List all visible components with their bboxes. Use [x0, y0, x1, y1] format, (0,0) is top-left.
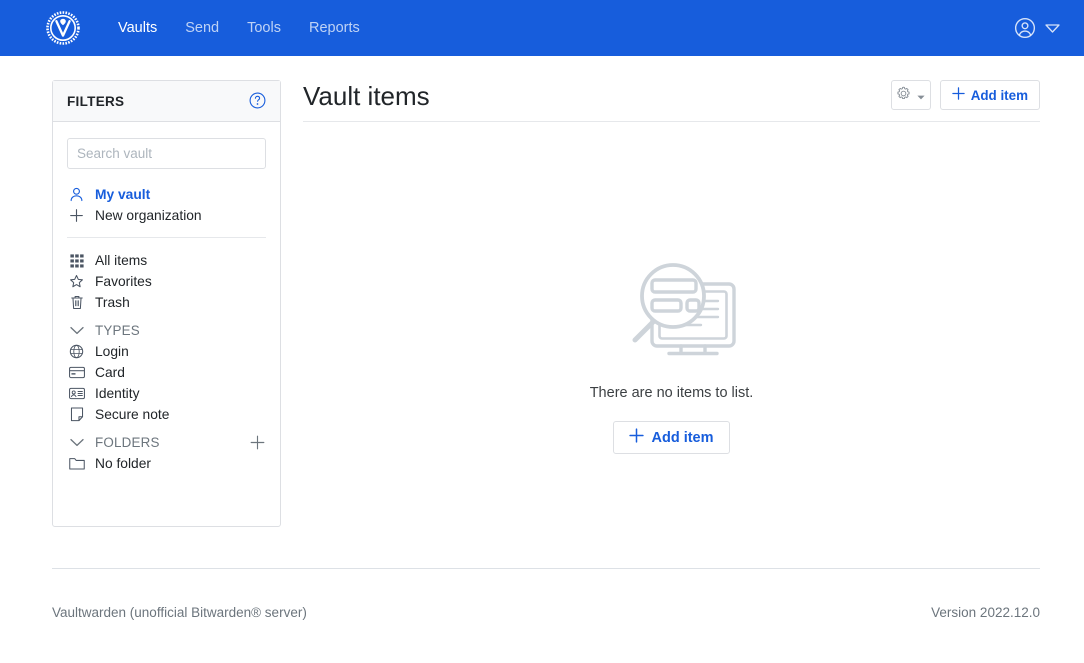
sidebar-item-login[interactable]: Login	[67, 341, 266, 362]
id-card-icon	[68, 387, 85, 400]
nav-link-tools[interactable]: Tools	[233, 14, 295, 42]
folders-section-toggle[interactable]: FOLDERS	[67, 432, 266, 453]
sidebar-item-no-folder[interactable]: No folder	[67, 453, 266, 474]
sidebar-item-label: Trash	[95, 296, 130, 310]
chevron-down-icon	[68, 438, 85, 447]
nav-link-vaults[interactable]: Vaults	[104, 14, 171, 42]
filters-header: FILTERS	[53, 81, 280, 122]
sidebar-item-label: No folder	[95, 457, 151, 471]
chevron-down-icon	[1045, 24, 1060, 33]
user-icon	[68, 187, 85, 202]
sidebar-item-label: Secure note	[95, 408, 169, 422]
vaultwarden-shield-logo-icon[interactable]	[44, 9, 82, 47]
grid-icon	[68, 254, 85, 268]
add-item-label: Add item	[971, 88, 1028, 103]
sidebar-item-my-vault[interactable]: My vault	[67, 184, 266, 205]
main-content: Vault items	[303, 80, 1040, 568]
types-section-toggle[interactable]: TYPES	[67, 320, 266, 341]
sidebar-item-favorites[interactable]: Favorites	[67, 271, 266, 292]
nav-link-send[interactable]: Send	[171, 14, 233, 42]
sidebar-item-label: My vault	[95, 188, 150, 202]
page-title: Vault items	[303, 82, 430, 112]
trash-icon	[68, 295, 85, 310]
search-input[interactable]	[67, 138, 266, 169]
types-section: TYPES Login	[67, 320, 266, 425]
sidebar-item-label: Identity	[95, 387, 139, 401]
item-filter-list: All items Favorites	[67, 250, 266, 313]
chevron-down-icon	[68, 326, 85, 335]
page-body: FILTERS My v	[0, 56, 1084, 568]
sidebar-item-trash[interactable]: Trash	[67, 292, 266, 313]
footer-version-text: Version 2022.12.0	[931, 605, 1040, 620]
account-menu[interactable]	[1014, 17, 1060, 39]
sidebar-item-label: Login	[95, 345, 129, 359]
sidebar-item-label: All items	[95, 254, 147, 268]
add-folder-button[interactable]	[249, 434, 266, 451]
sidebar-divider	[67, 237, 266, 238]
primary-nav: Vaults Send Tools Reports	[104, 14, 374, 42]
add-item-button-toolbar[interactable]: Add item	[940, 80, 1040, 110]
add-item-label: Add item	[651, 430, 713, 446]
footer: Vaultwarden (unofficial Bitwarden® serve…	[52, 569, 1040, 620]
sidebar-item-identity[interactable]: Identity	[67, 383, 266, 404]
folder-icon	[68, 457, 85, 470]
empty-state-message: There are no items to list.	[590, 385, 754, 401]
footer-product-text: Vaultwarden (unofficial Bitwarden® serve…	[52, 605, 307, 620]
filters-title: FILTERS	[67, 94, 124, 109]
sidebar-item-card[interactable]: Card	[67, 362, 266, 383]
sidebar-item-label: Card	[95, 366, 125, 380]
caret-down-icon	[917, 88, 925, 103]
types-section-label: TYPES	[95, 323, 140, 338]
vault-scope-list: My vault New organization	[67, 184, 266, 226]
main-header: Vault items	[303, 80, 1040, 122]
main-toolbar: Add item	[891, 80, 1040, 110]
sidebar-item-all-items[interactable]: All items	[67, 250, 266, 271]
filters-body: My vault New organization	[53, 122, 280, 484]
top-navbar: Vaults Send Tools Reports	[0, 0, 1084, 56]
nav-link-reports[interactable]: Reports	[295, 14, 374, 42]
sidebar-item-label: Favorites	[95, 275, 152, 289]
sidebar-item-secure-note[interactable]: Secure note	[67, 404, 266, 425]
vault-options-button[interactable]	[891, 80, 931, 110]
magnifying-glass-over-monitor-illustration	[597, 252, 747, 363]
sticky-note-icon	[68, 407, 85, 422]
gear-icon	[896, 86, 911, 104]
globe-icon	[68, 344, 85, 359]
credit-card-icon	[68, 366, 85, 379]
plus-icon	[952, 87, 965, 103]
folders-section: FOLDERS No folder	[67, 432, 266, 474]
star-icon	[68, 274, 85, 289]
footer-container: Vaultwarden (unofficial Bitwarden® serve…	[0, 568, 1084, 620]
sidebar-item-label: New organization	[95, 209, 202, 223]
plus-icon	[629, 428, 644, 447]
question-circle-icon[interactable]	[249, 92, 266, 112]
folders-section-label: FOLDERS	[95, 435, 160, 450]
empty-state: There are no items to list. Add item	[303, 122, 1040, 454]
filters-sidebar: FILTERS My v	[52, 80, 281, 527]
add-item-button-empty-state[interactable]: Add item	[613, 421, 729, 454]
user-circle-icon	[1014, 17, 1036, 39]
sidebar-item-new-organization[interactable]: New organization	[67, 205, 266, 226]
plus-icon	[68, 208, 85, 223]
